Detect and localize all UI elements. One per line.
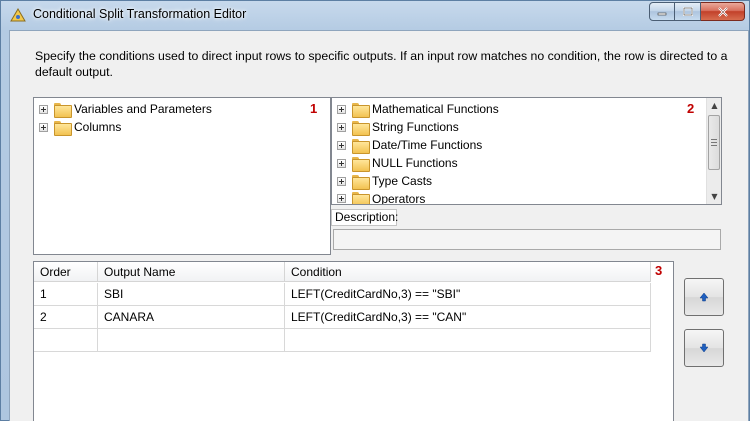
window-title: Conditional Split Transformation Editor	[33, 7, 247, 21]
column-header-condition[interactable]: Condition	[285, 262, 651, 282]
move-down-button[interactable]	[684, 329, 724, 367]
tree-item-label: Date/Time Functions	[372, 138, 483, 152]
folder-icon	[352, 120, 370, 136]
callout-number-2: 2	[687, 101, 695, 116]
cell-condition[interactable]: LEFT(CreditCardNo,3) == "CAN"	[285, 306, 651, 328]
folder-icon	[352, 102, 370, 118]
tree-item-label: Operators	[372, 192, 426, 204]
expand-icon[interactable]	[337, 140, 346, 150]
instructions-text: Specify the conditions used to direct in…	[35, 49, 728, 79]
tree-item-label: NULL Functions	[372, 156, 458, 170]
expand-icon[interactable]	[337, 158, 346, 168]
expand-icon[interactable]	[39, 122, 48, 132]
variables-columns-tree[interactable]: Variables and Parameters Columns 1	[33, 97, 331, 255]
tree-item-columns[interactable]: Columns	[39, 118, 121, 136]
tree-item-variables-and-parameters[interactable]: Variables and Parameters	[39, 100, 212, 118]
callout-number-3: 3	[655, 263, 663, 278]
expand-icon[interactable]	[337, 194, 346, 203]
maximize-icon	[682, 7, 693, 16]
tree-item-string-functions[interactable]: String Functions	[337, 118, 459, 136]
folder-icon	[352, 192, 370, 204]
functions-tree-scrollbar[interactable]: ▲ ▼	[706, 98, 721, 204]
tree-item-null-functions[interactable]: NULL Functions	[337, 154, 458, 172]
dialog-client-area: Specify the conditions used to direct in…	[9, 30, 749, 421]
description-label: Description:	[331, 209, 398, 226]
dialog-window: Conditional Split Transformation Editor …	[0, 0, 750, 421]
cell-order[interactable]: 1	[34, 283, 98, 305]
folder-icon	[352, 138, 370, 154]
grid-header: Order Output Name Condition	[34, 262, 651, 282]
tree-item-label: Type Casts	[372, 174, 433, 188]
scroll-down-icon[interactable]: ▼	[707, 189, 722, 204]
close-button[interactable]	[701, 2, 745, 21]
scrollbar-thumb[interactable]	[708, 115, 720, 170]
tree-item-mathematical-functions[interactable]: Mathematical Functions	[337, 100, 499, 118]
title-bar[interactable]: Conditional Split Transformation Editor	[1, 1, 749, 29]
cell-condition[interactable]: LEFT(CreditCardNo,3) == "SBI"	[285, 283, 651, 305]
table-row-new[interactable]	[34, 329, 651, 352]
column-header-output-name[interactable]: Output Name	[98, 262, 285, 282]
cell-output-name[interactable]	[98, 329, 285, 351]
tree-item-label: Variables and Parameters	[74, 102, 212, 116]
grip-icon	[711, 139, 717, 146]
folder-icon	[352, 156, 370, 172]
tree-item-label: String Functions	[372, 120, 459, 134]
expand-icon[interactable]	[337, 176, 346, 186]
tree-item-operators[interactable]: Operators	[337, 190, 425, 204]
tree-item-label: Columns	[74, 120, 122, 134]
scroll-up-icon[interactable]: ▲	[707, 98, 722, 113]
conditions-grid[interactable]: Order Output Name Condition 1 SBI LEFT(C…	[33, 261, 674, 421]
tree-item-date-time-functions[interactable]: Date/Time Functions	[337, 136, 482, 154]
minimize-icon	[657, 12, 667, 15]
minimize-button[interactable]	[649, 2, 675, 21]
column-header-order[interactable]: Order	[34, 262, 98, 282]
cell-output-name[interactable]: CANARA	[98, 306, 285, 328]
expand-icon[interactable]	[39, 104, 48, 114]
cell-output-name[interactable]: SBI	[98, 283, 285, 305]
arrow-up-icon	[699, 292, 709, 302]
maximize-button[interactable]	[675, 2, 701, 21]
callout-number-1: 1	[310, 101, 318, 116]
arrow-down-icon	[699, 343, 709, 353]
app-icon	[10, 8, 26, 22]
caption-buttons	[649, 2, 745, 21]
folder-icon	[352, 174, 370, 190]
folder-icon	[54, 120, 72, 136]
close-icon	[717, 6, 728, 17]
tree-item-type-casts[interactable]: Type Casts	[337, 172, 432, 190]
description-box	[333, 229, 721, 250]
tree-item-label: Mathematical Functions	[372, 102, 499, 116]
cell-order[interactable]	[34, 329, 98, 351]
cell-condition[interactable]	[285, 329, 651, 351]
cell-order[interactable]: 2	[34, 306, 98, 328]
table-row[interactable]: 1 SBI LEFT(CreditCardNo,3) == "SBI"	[34, 283, 651, 306]
expand-icon[interactable]	[337, 104, 346, 114]
functions-tree[interactable]: Mathematical Functions String Functions …	[331, 97, 722, 205]
folder-icon	[54, 102, 72, 118]
expand-icon[interactable]	[337, 122, 346, 132]
move-up-button[interactable]	[684, 278, 724, 316]
table-row[interactable]: 2 CANARA LEFT(CreditCardNo,3) == "CAN"	[34, 306, 651, 329]
